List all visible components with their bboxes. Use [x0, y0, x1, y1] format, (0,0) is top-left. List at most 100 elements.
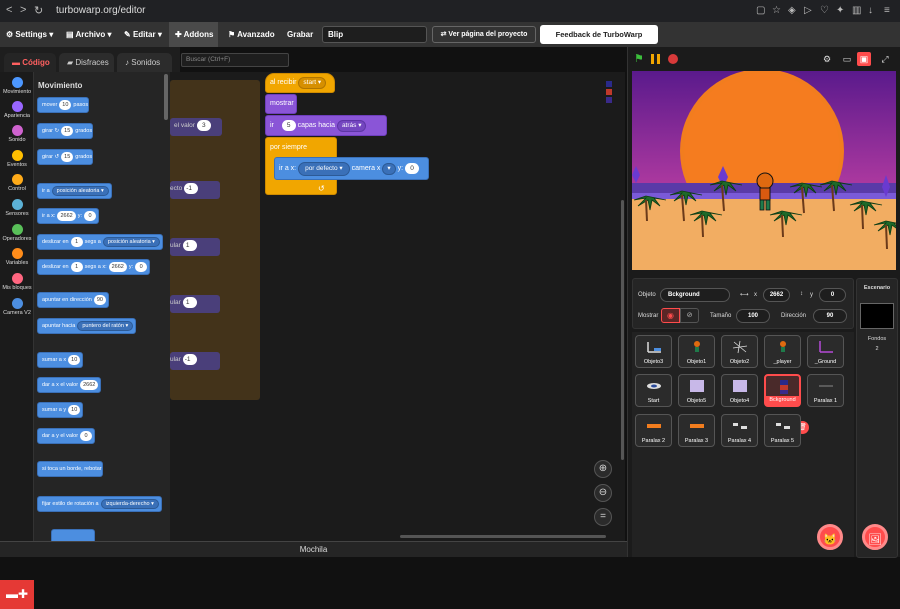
sprite-tile[interactable]: Paralax 5: [764, 414, 801, 447]
block-input[interactable]: 10: [59, 100, 72, 110]
direction-input[interactable]: 90: [813, 309, 847, 323]
category-sensing[interactable]: Sensores: [0, 199, 34, 217]
block-dropdown[interactable]: puntero del ratón ▾: [77, 321, 134, 331]
advanced-menu[interactable]: ⚑ Avanzado: [228, 22, 275, 47]
category-my-blocks[interactable]: Mis bloques: [0, 273, 34, 291]
block-input[interactable]: 90: [93, 295, 106, 305]
sprite-tile[interactable]: _Ground: [807, 335, 844, 368]
tab-sounds[interactable]: ♪ Sonidos: [117, 53, 172, 72]
turbo-icon[interactable]: ⚙: [820, 52, 834, 66]
y-input[interactable]: 0: [819, 288, 846, 302]
script-show[interactable]: mostrar: [265, 94, 297, 114]
palette-scrollbar[interactable]: [164, 74, 168, 120]
block-dropdown[interactable]: posición aleatoria ▾: [51, 186, 109, 196]
block-input[interactable]: 0: [135, 262, 148, 272]
palette-block-turn-left[interactable]: girar ↺ 15 grados: [37, 149, 94, 165]
script-goto-xy[interactable]: ir a x: por defecto ▾ camera x ▾ y: 0: [274, 157, 429, 180]
category-operators[interactable]: Operadores: [0, 224, 34, 242]
sidebar-icon[interactable]: ▥: [852, 5, 861, 16]
zoom-reset-icon[interactable]: =: [594, 508, 612, 526]
pause-icon[interactable]: [651, 54, 654, 64]
sprite-tile[interactable]: Objeto3: [635, 335, 672, 368]
pause-icon-bar[interactable]: [657, 54, 660, 64]
block-input[interactable]: 1: [70, 237, 83, 247]
extension-icon[interactable]: ▷: [804, 5, 812, 16]
message-dropdown[interactable]: start ▾: [298, 77, 327, 89]
sprite-tile[interactable]: Paralax 3: [678, 414, 715, 447]
palette-block-turn-right[interactable]: girar ↻ 15 grados: [37, 123, 94, 139]
sprite-tile[interactable]: Paralax 2: [635, 414, 672, 447]
sprite-tile[interactable]: Objeto1: [678, 335, 715, 368]
category-control[interactable]: Control: [0, 174, 34, 192]
normal-stage-icon[interactable]: ▣: [857, 52, 871, 66]
script-go-layers[interactable]: ir 5 capas hacia atrás ▾: [265, 115, 387, 136]
download-icon[interactable]: ↓: [868, 5, 873, 16]
workspace-vertical-scrollbar[interactable]: [621, 200, 624, 460]
heart-icon[interactable]: ♡: [820, 5, 829, 16]
block-dropdown[interactable]: izquierda-derecho ▾: [100, 499, 159, 509]
forward-icon[interactable]: >: [20, 4, 26, 16]
bookmark-icon[interactable]: ☆: [772, 5, 781, 16]
stage-canvas[interactable]: [632, 71, 896, 270]
x-input[interactable]: 2662: [763, 288, 790, 302]
block-input[interactable]: 0: [83, 211, 96, 221]
file-menu[interactable]: ▤ Archivo ▾: [66, 22, 112, 47]
see-project-page-button[interactable]: ⇄ Ver página del proyecto: [432, 26, 536, 43]
palette-block-glidexy[interactable]: deslizar en 1 segs a x: 2662 y: 0: [37, 259, 151, 275]
palette-block-changex[interactable]: sumar a x 10: [37, 352, 84, 368]
puzzle-icon[interactable]: ✦: [836, 5, 844, 16]
project-title-input[interactable]: Blip: [322, 26, 427, 43]
sprite-tile[interactable]: Objeto5: [678, 374, 715, 407]
sprite-tile[interactable]: Start: [635, 374, 672, 407]
stop-icon[interactable]: [668, 54, 678, 64]
show-sprite-icon[interactable]: ◉: [661, 308, 680, 323]
category-variables[interactable]: Variables: [0, 248, 34, 266]
sprite-tile[interactable]: Objeto2: [721, 335, 758, 368]
palette-block-changey[interactable]: sumar a y 10: [37, 402, 84, 418]
block-input[interactable]: 15: [61, 152, 74, 162]
palette-block-goto[interactable]: ir a posición aleatoria ▾: [37, 183, 112, 199]
sprite-tile[interactable]: Objeto4: [721, 374, 758, 407]
camera-dropdown-arrow[interactable]: ▾: [382, 163, 396, 175]
category-motion[interactable]: Movimiento: [0, 77, 34, 95]
palette-block-sety[interactable]: dar a y el valor 0: [37, 428, 96, 444]
category-sound[interactable]: Sonido: [0, 125, 34, 143]
block-input[interactable]: 10: [68, 405, 81, 415]
search-input[interactable]: Buscar (Ctrl+F): [181, 53, 289, 67]
palette-block-glide[interactable]: deslizar en 1 segs a posición aleatoria ▾: [37, 234, 163, 250]
block-input[interactable]: 1: [70, 262, 83, 272]
script-when-received[interactable]: al recibir start ▾: [265, 73, 335, 93]
back-icon[interactable]: <: [6, 4, 12, 16]
block-input[interactable]: 0: [405, 163, 420, 174]
stage-selector[interactable]: Escenario Fondos 2: [856, 278, 898, 558]
block-input[interactable]: 5: [281, 120, 296, 131]
add-sprite-button[interactable]: 🐱: [817, 524, 843, 550]
block-input[interactable]: 2662: [108, 262, 127, 272]
palette-block-bounce[interactable]: si toca un borde, rebotar: [37, 461, 103, 477]
add-backdrop-button[interactable]: 🖼: [862, 524, 888, 550]
palette-block-point[interactable]: apuntar en dirección 90: [37, 292, 109, 308]
add-extension-button[interactable]: ▬✚: [0, 580, 34, 609]
sprite-name-input[interactable]: Bckground: [660, 288, 730, 302]
tab-code[interactable]: ▬ Código: [4, 53, 56, 72]
category-events[interactable]: Eventos: [0, 150, 34, 168]
fullscreen-icon[interactable]: ⤢: [878, 52, 892, 66]
feedback-button[interactable]: Feedback de TurboWarp: [540, 25, 658, 44]
sprite-tile-selected[interactable]: Bckground: [764, 374, 801, 407]
code-workspace[interactable]: el valor 3 ecto -1 ular 1 ular 1 ular -1…: [170, 72, 625, 541]
category-looks[interactable]: Apariencia: [0, 101, 34, 119]
palette-block-rotation-style[interactable]: fijar estilo de rotación a izquierda-dere…: [37, 496, 162, 512]
block-dropdown[interactable]: posición aleatoria ▾: [102, 237, 160, 247]
page-icon[interactable]: ▢: [756, 5, 765, 16]
palette-block-setx[interactable]: dar a x el valor 2662: [37, 377, 102, 393]
block-input[interactable]: 0: [80, 431, 93, 441]
small-stage-icon[interactable]: ▭: [840, 52, 854, 66]
category-camera[interactable]: Camera V2: [0, 298, 34, 316]
zoom-out-icon[interactable]: ⊖: [594, 484, 612, 502]
block-input[interactable]: 2662: [80, 380, 99, 390]
block-input[interactable]: 2662: [57, 211, 76, 221]
menu-icon[interactable]: ≡: [884, 5, 890, 16]
shield-icon[interactable]: ◈: [788, 5, 796, 16]
reload-icon[interactable]: ↻: [34, 4, 43, 17]
hide-sprite-icon[interactable]: ⊘: [680, 308, 699, 323]
